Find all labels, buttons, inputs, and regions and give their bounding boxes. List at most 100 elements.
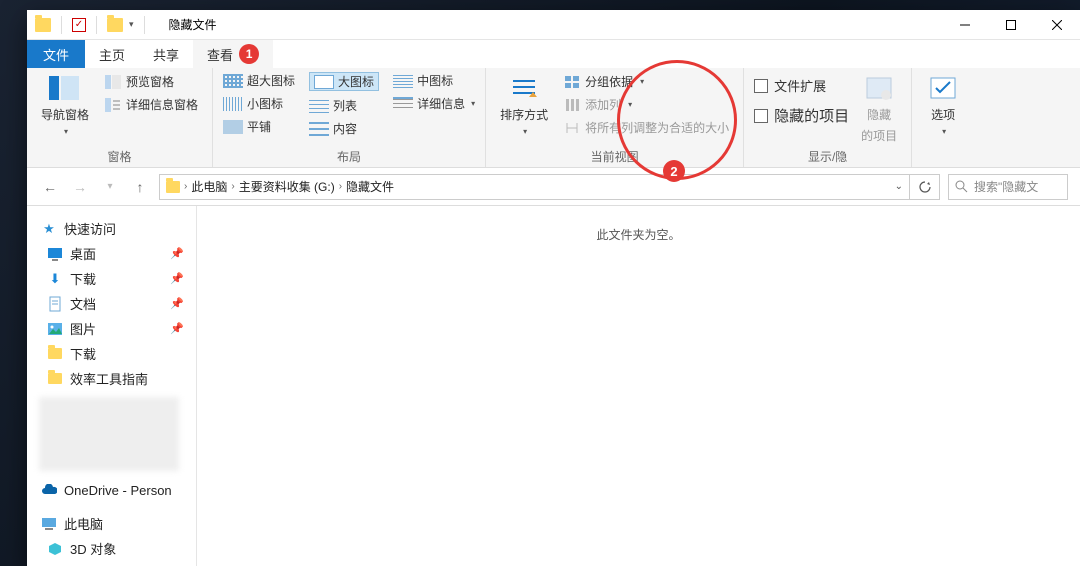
up-button[interactable]: ↑ — [129, 176, 151, 198]
sidebar-item-3d-objects[interactable]: 3D 对象 — [27, 536, 196, 561]
search-box[interactable]: 搜索"隐藏文 — [948, 174, 1068, 200]
qat-dropdown-icon[interactable]: ▾ — [129, 19, 134, 30]
sidebar-onedrive[interactable]: OneDrive - Person — [27, 479, 196, 501]
separator — [61, 16, 62, 34]
options-button[interactable]: 选项 ▾ — [922, 72, 964, 138]
sort-by-button[interactable]: 排序方式 ▾ — [496, 72, 552, 138]
preview-pane-button[interactable]: 预览窗格 — [101, 72, 202, 91]
preview-pane-label: 预览窗格 — [126, 73, 174, 90]
sidebar-item-downloads[interactable]: ⬇ 下载 📌 — [27, 266, 196, 291]
recent-locations-dropdown[interactable]: ▾ — [99, 176, 121, 198]
content-pane: 此文件夹为空。 — [197, 206, 1080, 566]
layout-details[interactable]: 详细信息▾ — [393, 95, 475, 112]
breadcrumb-folder[interactable]: 隐藏文件 — [346, 178, 394, 195]
tab-view-label: 查看 — [207, 45, 233, 64]
layout-small[interactable]: 小图标 — [223, 95, 295, 112]
add-columns-label: 添加列 — [585, 96, 621, 113]
preview-pane-icon — [105, 75, 121, 89]
details-pane-button[interactable]: 详细信息窗格 — [101, 95, 202, 114]
hide-selected-icon — [863, 74, 895, 102]
details-icon — [393, 97, 413, 111]
layout-tiles[interactable]: 平铺 — [223, 118, 295, 135]
tab-file[interactable]: 文件 — [27, 40, 85, 68]
sidebar-item-downloads-2[interactable]: 下载 — [27, 341, 196, 366]
hide-selected-label-2: 的项目 — [861, 127, 897, 144]
properties-qat-icon[interactable]: ✓ — [72, 18, 86, 32]
large-icons-icon — [314, 75, 334, 89]
layout-list[interactable]: 列表 — [309, 97, 379, 114]
refresh-icon — [918, 180, 932, 194]
tab-view[interactable]: 查看 1 — [193, 40, 273, 68]
ribbon: 导航窗格 ▾ 预览窗格 详细信息窗格 窗格 — [27, 68, 1080, 168]
onedrive-icon — [41, 482, 57, 498]
list-icon — [309, 99, 329, 113]
tab-home[interactable]: 主页 — [85, 40, 139, 68]
autosize-icon — [564, 121, 580, 135]
nav-pane-button[interactable]: 导航窗格 ▾ — [37, 72, 93, 138]
hide-selected-button[interactable]: 隐藏 的项目 — [857, 72, 901, 146]
group-label-layout: 布局 — [223, 148, 475, 167]
breadcrumb-drive[interactable]: 主要资料收集 (G:) — [239, 178, 335, 195]
extra-large-icon — [223, 74, 243, 88]
annotation-badge-2: 2 — [663, 160, 685, 182]
options-icon — [927, 74, 959, 102]
address-dropdown-icon[interactable]: ⌄ — [895, 181, 903, 192]
ribbon-group-current-view: 排序方式 ▾ 分组依据▾ 添加列▾ 将所有列调整为合适的大小 — [486, 68, 744, 167]
annotation-badge-1: 1 — [239, 44, 259, 64]
autosize-columns-button[interactable]: 将所有列调整为合适的大小 — [560, 118, 733, 137]
options-label: 选项 — [931, 106, 955, 123]
nav-pane-icon — [49, 74, 81, 102]
search-icon — [955, 180, 968, 193]
group-by-button[interactable]: 分组依据▾ — [560, 72, 733, 91]
tab-share[interactable]: 共享 — [139, 40, 193, 68]
add-columns-button[interactable]: 添加列▾ — [560, 95, 733, 114]
sidebar-this-pc[interactable]: 此电脑 — [27, 511, 196, 536]
layout-large[interactable]: 大图标 — [309, 72, 379, 91]
cube-icon — [47, 541, 63, 557]
sidebar-item-pictures[interactable]: 图片 📌 — [27, 316, 196, 341]
folder-icon — [166, 181, 180, 193]
sidebar-item-documents[interactable]: 文档 📌 — [27, 291, 196, 316]
hidden-items-checkbox[interactable]: 隐藏的项目 — [754, 105, 849, 126]
documents-icon — [47, 296, 63, 312]
pin-icon: 📌 — [170, 322, 184, 335]
group-by-icon — [564, 75, 580, 89]
layout-extra-large[interactable]: 超大图标 — [223, 72, 295, 89]
medium-icons-icon — [393, 74, 413, 88]
search-placeholder: 搜索"隐藏文 — [974, 178, 1038, 195]
minimize-button[interactable] — [942, 10, 988, 40]
dropdown-arrow-icon: ▾ — [942, 127, 946, 136]
add-columns-icon — [564, 98, 580, 112]
address-bar[interactable]: › 此电脑 › 主要资料收集 (G:) › 隐藏文件 ⌄ — [159, 174, 910, 200]
downloads-icon: ⬇ — [47, 271, 63, 287]
small-icons-icon — [223, 97, 243, 111]
pin-icon: 📌 — [170, 272, 184, 285]
close-button[interactable] — [1034, 10, 1080, 40]
main-area: ★ 快速访问 桌面 📌 ⬇ 下载 📌 文档 📌 图片 📌 — [27, 206, 1080, 566]
empty-folder-label: 此文件夹为空。 — [596, 226, 680, 243]
star-icon: ★ — [41, 221, 57, 237]
file-explorer-window: ✓ ▾ 隐藏文件 文件 主页 共享 查看 1 — [27, 10, 1080, 566]
file-extensions-checkbox[interactable]: 文件扩展 — [754, 76, 849, 95]
sidebar-item-desktop[interactable]: 桌面 📌 — [27, 241, 196, 266]
ribbon-group-panes: 导航窗格 ▾ 预览窗格 详细信息窗格 窗格 — [27, 68, 213, 167]
breadcrumb-this-pc[interactable]: 此电脑 — [191, 178, 227, 195]
layout-medium[interactable]: 中图标 — [393, 72, 475, 89]
forward-button[interactable]: → — [69, 176, 91, 198]
content-icon — [309, 122, 329, 136]
chevron-right-icon: › — [184, 181, 187, 192]
window-controls — [942, 10, 1080, 40]
sidebar-quick-access[interactable]: ★ 快速访问 — [27, 216, 196, 241]
maximize-button[interactable] — [988, 10, 1034, 40]
sidebar-item-efficiency[interactable]: 效率工具指南 — [27, 366, 196, 391]
hide-selected-label-1: 隐藏 — [867, 106, 891, 123]
ribbon-group-options: 选项 ▾ — [912, 68, 974, 167]
back-button[interactable]: ← — [39, 176, 61, 198]
title-bar: ✓ ▾ 隐藏文件 — [27, 10, 1080, 40]
refresh-button[interactable] — [910, 174, 940, 200]
pictures-icon — [47, 321, 63, 337]
pc-icon — [41, 516, 57, 532]
details-pane-label: 详细信息窗格 — [126, 96, 198, 113]
sidebar-item-videos[interactable]: 视频 — [27, 561, 196, 566]
layout-content[interactable]: 内容 — [309, 120, 379, 137]
